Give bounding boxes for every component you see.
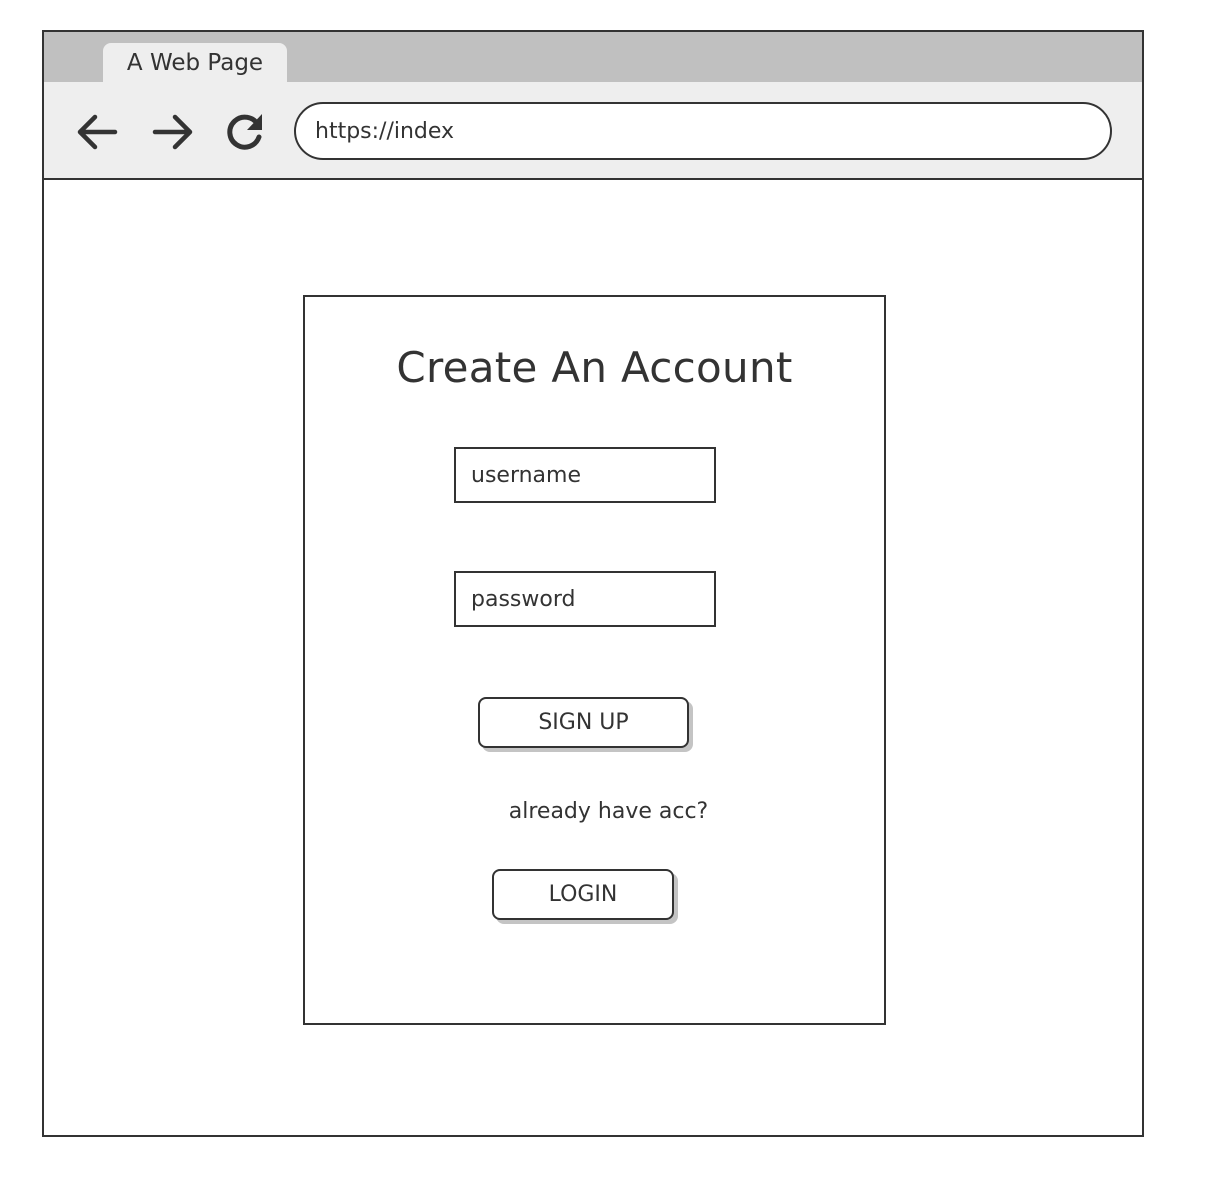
arrow-left-icon (77, 114, 118, 150)
password-value: password (471, 586, 576, 612)
login-button[interactable]: LOGIN (492, 869, 674, 920)
signup-card: Create An Account username password SIGN… (303, 295, 886, 1025)
reload-button[interactable] (220, 108, 268, 156)
page-title: Create An Account (396, 343, 793, 392)
signup-button[interactable]: SIGN UP (478, 697, 689, 748)
browser-tab[interactable]: A Web Page (103, 43, 287, 83)
reload-icon (227, 114, 262, 150)
password-field[interactable]: password (454, 571, 716, 627)
back-button[interactable] (73, 108, 121, 156)
browser-window: A Web Page https://index Create An Accou… (42, 30, 1144, 1137)
browser-toolbar: https://index (44, 82, 1142, 180)
forward-button[interactable] (149, 108, 197, 156)
address-bar[interactable]: https://index (294, 102, 1112, 160)
arrow-right-icon (152, 114, 193, 150)
tab-strip: A Web Page (44, 32, 1142, 83)
login-prompt: already have acc? (508, 799, 709, 824)
username-value: username (471, 462, 581, 488)
url-text: https://index (315, 118, 455, 144)
username-field[interactable]: username (454, 447, 716, 503)
page-content: Create An Account username password SIGN… (44, 181, 1142, 1135)
